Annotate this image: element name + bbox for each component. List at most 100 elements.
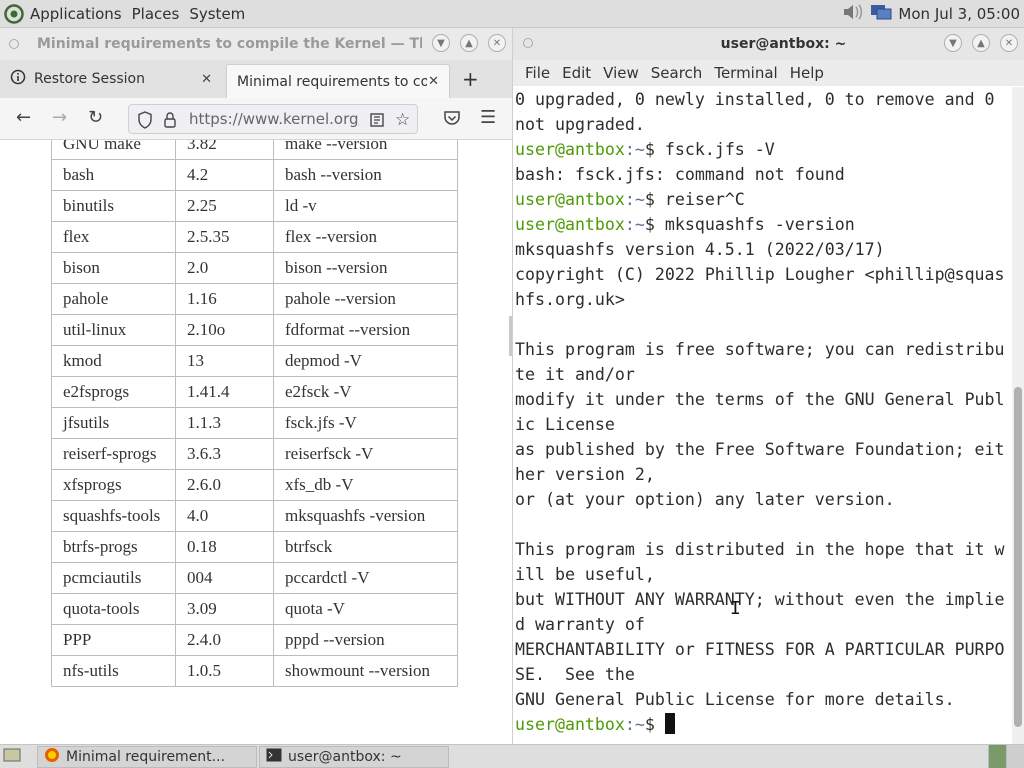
forward-icon[interactable]: → [52, 107, 67, 128]
program-cell: jfsutils [51, 407, 176, 439]
page-content: GNU make 3.82 make --version bash 4.2 bash --… [0, 140, 512, 744]
table-row: util-linux 2.10o fdformat --version [51, 314, 458, 346]
bookmark-star-icon[interactable]: ☆ [395, 110, 410, 130]
tab-close-icon[interactable]: ✕ [201, 72, 212, 87]
hamburger-menu-icon[interactable]: ☰ [480, 107, 496, 128]
scrollbar-thumb[interactable] [1014, 387, 1022, 727]
program-cell: util-linux [51, 314, 176, 346]
prompt-user: user@antbox [515, 190, 625, 209]
version-cell: 1.41.4 [175, 376, 274, 408]
reload-icon[interactable]: ↻ [88, 107, 103, 128]
mate-logo-icon[interactable] [3, 3, 25, 25]
menu-places[interactable]: Places [127, 5, 185, 23]
close-button[interactable]: ✕ [488, 34, 506, 52]
maximize-button[interactable]: ▲ [972, 34, 990, 52]
pocket-icon[interactable] [443, 110, 461, 130]
window-menu-icon[interactable] [523, 38, 533, 48]
table-row: pcmciautils 004 pccardctl -V [51, 562, 458, 594]
prompt-path: :~ [624, 140, 645, 159]
menu-file[interactable]: File [519, 64, 556, 82]
workspace-switcher[interactable] [988, 745, 1024, 768]
table-row: bash 4.2 bash --version [51, 159, 458, 191]
close-button[interactable]: ✕ [1000, 34, 1018, 52]
version-cell: 1.1.3 [175, 407, 274, 439]
output-line: GNU General Public License for more deta… [515, 687, 1011, 712]
output-line: ic License [515, 412, 1011, 437]
firefox-titlebar[interactable]: Minimal requirements to compile the Kern… [0, 28, 512, 60]
program-cell: pcmciautils [51, 562, 176, 594]
back-icon[interactable]: ← [16, 107, 31, 128]
command-cell: bison --version [273, 252, 458, 284]
menu-applications[interactable]: Applications [25, 5, 127, 23]
lock-icon[interactable] [163, 111, 177, 133]
output-text: as published by the Free Software Founda… [515, 440, 1005, 459]
menu-help[interactable]: Help [784, 64, 830, 82]
menu-edit[interactable]: Edit [556, 64, 597, 82]
version-cell: 1.16 [175, 283, 274, 315]
command-cell: ld -v [273, 190, 458, 222]
output-text: modify it under the terms of the GNU Gen… [515, 390, 1005, 409]
output-line: SE. See the [515, 662, 1011, 687]
reader-view-icon[interactable] [369, 112, 385, 132]
version-cell: 0.18 [175, 531, 274, 563]
output-text: hfs.org.uk> [515, 290, 625, 309]
output-line: bash: fsck.jfs: command not found [515, 162, 1011, 187]
program-cell: binutils [51, 190, 176, 222]
url-bar[interactable]: https://www.kernel.org/ ☆ [128, 104, 418, 134]
maximize-button[interactable]: ▲ [460, 34, 478, 52]
program-cell: e2fsprogs [51, 376, 176, 408]
navigation-toolbar: ← → ↻ https://www.kernel.org/ ☆ ☰ [0, 98, 512, 140]
taskbar-item-terminal[interactable]: user@antbox: ~ [259, 745, 449, 768]
tab-restore-session[interactable]: Restore Session ✕ [0, 60, 222, 98]
command-cell: flex --version [273, 221, 458, 253]
minimize-button[interactable]: ▼ [944, 34, 962, 52]
command-cell: pppd --version [273, 624, 458, 656]
tab-kernel-requirements[interactable]: Minimal requirements to compile the Kern… [226, 64, 450, 98]
output-line: or (at your option) any later version. [515, 487, 1011, 512]
version-cell: 2.5.35 [175, 221, 274, 253]
program-cell: reiserf-sprogs [51, 438, 176, 470]
workspace-2[interactable] [1006, 745, 1024, 768]
prompt-line: user@antbox:~$ reiser^C [515, 187, 1011, 212]
shield-icon[interactable] [137, 111, 153, 133]
output-text: her version 2, [515, 465, 655, 484]
menu-terminal[interactable]: Terminal [708, 64, 783, 82]
version-cell: 2.4.0 [175, 624, 274, 656]
table-row: e2fsprogs 1.41.4 e2fsck -V [51, 376, 458, 408]
prompt-line: user@antbox:~$ mksquashfs -version [515, 212, 1011, 237]
version-cell: 4.2 [175, 159, 274, 191]
show-desktop-icon[interactable] [3, 747, 21, 767]
new-tab-button[interactable]: + [462, 67, 479, 91]
table-row: xfsprogs 2.6.0 xfs_db -V [51, 469, 458, 501]
program-cell: xfsprogs [51, 469, 176, 501]
terminal-scrollbar[interactable] [1012, 87, 1024, 744]
table-row: quota-tools 3.09 quota -V [51, 593, 458, 625]
minimize-button[interactable]: ▼ [432, 34, 450, 52]
tab-close-icon[interactable]: ✕ [428, 74, 439, 89]
volume-icon[interactable] [842, 2, 864, 26]
command-cell: e2fsck -V [273, 376, 458, 408]
workspace-1[interactable] [988, 745, 1006, 768]
prompt-symbol: $ [644, 140, 665, 159]
command-cell: fsck.jfs -V [273, 407, 458, 439]
clock[interactable]: Mon Jul 3, 05:00 [898, 5, 1020, 23]
program-cell: squashfs-tools [51, 500, 176, 532]
terminal-menubar: File Edit View Search Terminal Help [513, 60, 1024, 86]
table-row: kmod 13 depmod -V [51, 345, 458, 377]
menu-view[interactable]: View [597, 64, 645, 82]
network-icon[interactable] [870, 3, 892, 25]
terminal-titlebar[interactable]: user@antbox: ~ ▼ ▲ ✕ [513, 28, 1024, 60]
menu-system[interactable]: System [184, 5, 250, 23]
prompt-user: user@antbox [515, 715, 625, 734]
text-cursor-icon: I [730, 598, 741, 619]
prompt-line: user@antbox:~$ [515, 712, 1011, 737]
terminal-output[interactable]: 0 upgraded, 0 newly installed, 0 to remo… [515, 87, 1011, 737]
taskbar-item-firefox[interactable]: Minimal requirement... [37, 745, 257, 768]
command-cell: reiserfsck -V [273, 438, 458, 470]
output-text: This program is distributed in the hope … [515, 540, 1005, 559]
output-line: 0 upgraded, 0 newly installed, 0 to remo… [515, 87, 1011, 112]
version-cell: 13 [175, 345, 274, 377]
version-cell: 2.6.0 [175, 469, 274, 501]
window-menu-icon[interactable] [9, 39, 19, 49]
menu-search[interactable]: Search [645, 64, 709, 82]
